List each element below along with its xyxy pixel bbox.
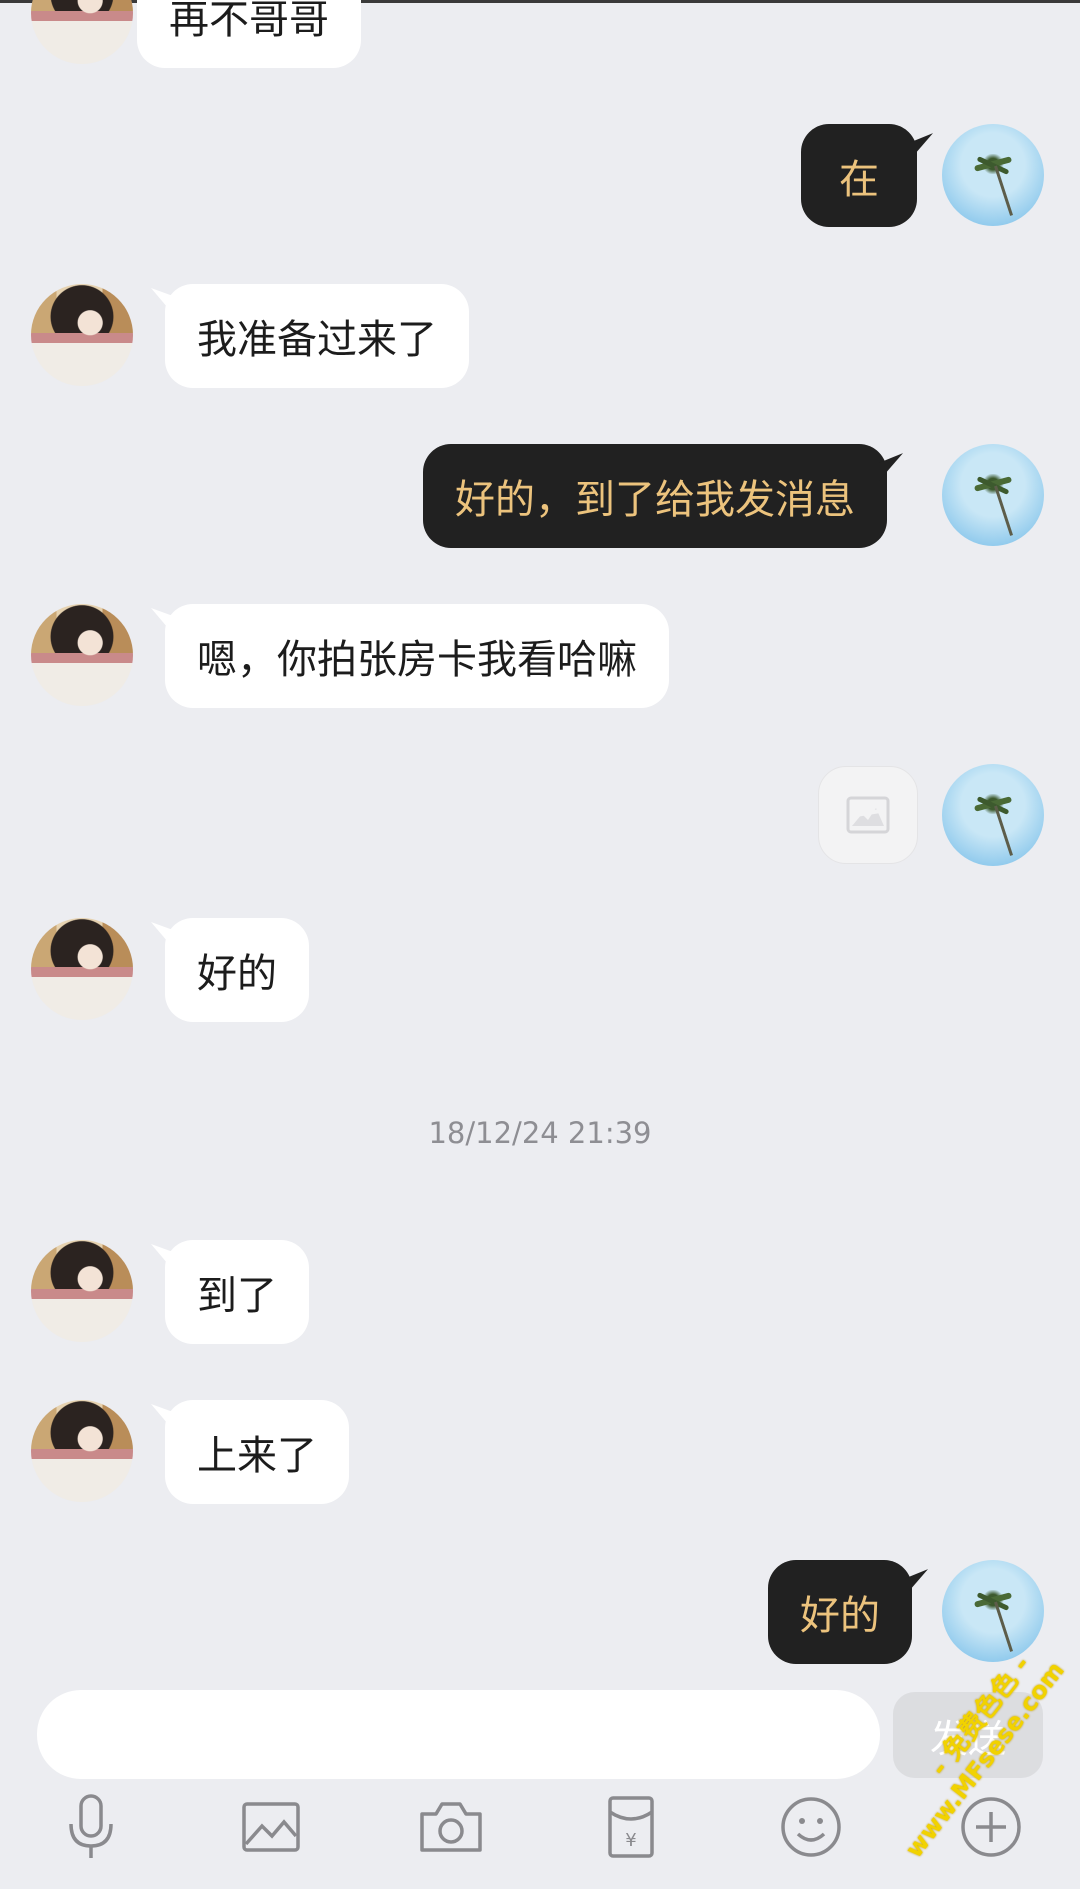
message-text: 好的: [197, 951, 277, 997]
outgoing-message-bubble[interactable]: 好的，到了给我发消息: [423, 444, 887, 548]
broken-image-icon: [846, 796, 890, 834]
contact-avatar[interactable]: [31, 918, 133, 1020]
message-text: 嗯，你拍张房卡我看哈嘛: [197, 637, 637, 683]
message-timestamp: 18/12/24 21:39: [428, 1116, 652, 1150]
incoming-message-bubble[interactable]: 我准备过来了: [165, 284, 469, 388]
camera-icon[interactable]: [416, 1792, 486, 1862]
contact-avatar[interactable]: [31, 1240, 133, 1342]
incoming-message-bubble[interactable]: 好的: [165, 918, 309, 1022]
message-text: 上来了: [197, 1433, 317, 1479]
message-text: 好的: [800, 1593, 880, 1639]
message-text: 再不哥哥: [169, 0, 329, 43]
incoming-message-bubble[interactable]: 上来了: [165, 1400, 349, 1504]
outgoing-message-bubble[interactable]: 好的: [768, 1560, 912, 1664]
red-packet-icon[interactable]: ¥: [596, 1792, 666, 1862]
emoji-icon[interactable]: [776, 1792, 846, 1862]
my-avatar[interactable]: [942, 444, 1044, 546]
contact-avatar[interactable]: [31, 0, 133, 64]
message-text: 到了: [197, 1273, 277, 1319]
my-avatar[interactable]: [942, 124, 1044, 226]
contact-avatar[interactable]: [31, 284, 133, 386]
message-text: 好的，到了给我发消息: [455, 477, 855, 523]
my-avatar[interactable]: [942, 764, 1044, 866]
incoming-message-bubble[interactable]: 到了: [165, 1240, 309, 1344]
message-text: 在: [839, 156, 879, 203]
contact-avatar[interactable]: [31, 604, 133, 706]
svg-text:¥: ¥: [625, 1830, 636, 1851]
incoming-message-bubble[interactable]: 再不哥哥: [137, 0, 361, 68]
message-input[interactable]: [37, 1690, 880, 1779]
contact-avatar[interactable]: [31, 1400, 133, 1502]
image-message-placeholder[interactable]: [818, 766, 918, 864]
incoming-message-bubble[interactable]: 嗯，你拍张房卡我看哈嘛: [165, 604, 669, 708]
microphone-icon[interactable]: [56, 1792, 126, 1862]
message-text: 我准备过来了: [197, 317, 437, 363]
outgoing-message-bubble[interactable]: 在: [801, 124, 917, 227]
image-icon[interactable]: [236, 1792, 306, 1862]
